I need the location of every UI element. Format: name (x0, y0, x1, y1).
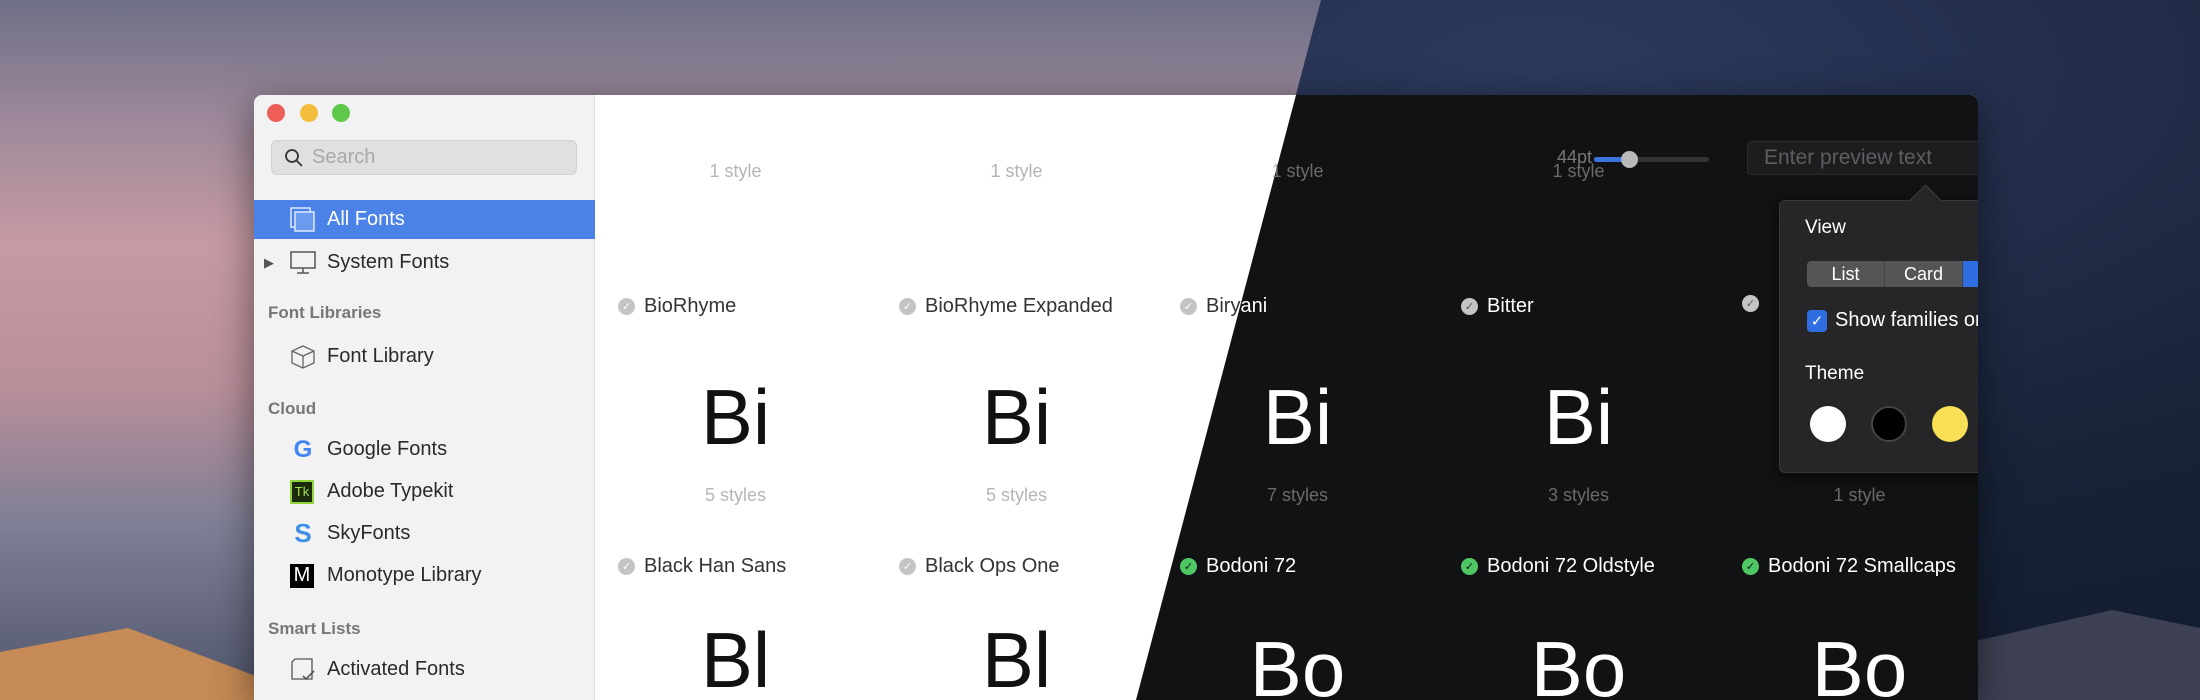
search-input[interactable]: Search (271, 140, 577, 175)
sidebar-item-label: All Fonts (327, 208, 405, 230)
font-sample: Bi (700, 373, 771, 461)
checkmark-icon: ✓ (1807, 309, 1827, 332)
minimize-button[interactable] (300, 104, 318, 122)
sidebar-item-font-library[interactable]: Font Library (254, 337, 595, 376)
check-circle-icon[interactable]: ✓ (1742, 558, 1759, 575)
font-card[interactable]: ✓ Bodoni 72 Smallcaps Bo (1719, 535, 1978, 700)
font-name: ✓ Bodoni 72 Smallcaps (1742, 555, 1978, 578)
font-name: ✓ Bodoni 72 Oldstyle (1461, 555, 1711, 578)
search-icon (285, 148, 303, 167)
zoom-button[interactable] (332, 104, 350, 122)
typekit-icon: Tk (290, 479, 314, 504)
view-segmented-control: ListCardGrid (1807, 261, 1978, 287)
style-count: 5 styles (704, 485, 767, 505)
font-name: ✓ Black Han Sans (618, 555, 868, 578)
sidebar-item-label: Google Fonts (327, 438, 448, 460)
search-placeholder: Search (312, 146, 376, 168)
view-options-popover: View ListCardGrid ✓ Show families only Th… (1779, 200, 1978, 473)
sidebar-item-label: SkyFonts (327, 522, 411, 544)
font-name: ✓ BioRhyme Expanded (899, 295, 1149, 318)
font-name-label: BioRhyme (644, 295, 737, 317)
sidebar-item-label: System Fonts (327, 251, 450, 273)
activated-list-icon (290, 657, 316, 683)
monotype-icon: M (290, 563, 314, 588)
sidebar-item-adobe-typekit[interactable]: Tk Adobe Typekit (254, 472, 595, 511)
show-families-checkbox[interactable]: ✓ Show families only (1807, 309, 1978, 332)
style-count: 5 styles (985, 485, 1048, 505)
sidebar-item-activated-fonts[interactable]: Activated Fonts (254, 650, 595, 689)
sidebar-item-label: Font Library (327, 345, 434, 367)
font-sample: Bo (1249, 625, 1346, 700)
font-name: ✓ Bitter (1461, 295, 1711, 318)
sidebar-item-system-fonts[interactable]: ▶ System Fonts (254, 243, 595, 282)
check-circle-icon[interactable]: ✓ (899, 558, 916, 575)
font-name-label: Bodoni 72 (1206, 555, 1297, 577)
sidebar-item-label: Adobe Typekit (327, 480, 454, 502)
font-sample: Bo (1530, 625, 1627, 700)
check-circle-icon[interactable]: ✓ (1461, 558, 1478, 575)
sidebar-item-google-fonts[interactable]: G Google Fonts (254, 430, 595, 469)
monitor-icon (290, 250, 316, 276)
theme-swatch[interactable] (1932, 406, 1968, 442)
check-circle-icon[interactable]: ✓ (618, 558, 635, 575)
font-sample: Bl (981, 616, 1052, 700)
sidebar-item-label: Activated Fonts (327, 658, 465, 680)
check-circle-icon[interactable]: ✓ (1742, 295, 1759, 312)
font-sample: Bi (981, 373, 1052, 461)
google-icon: G (293, 435, 313, 463)
font-card[interactable]: ✓ BioRhyme Expanded Bi 5 styles (876, 95, 1157, 525)
theme-swatch[interactable] (1871, 406, 1907, 442)
all-fonts-icon (290, 206, 316, 233)
check-circle-icon[interactable]: ✓ (899, 298, 916, 315)
font-grid: 1 style1 style1 style1 style ✓BioRhyme B… (595, 95, 1978, 700)
sidebar-item-skyfonts[interactable]: S SkyFonts (254, 514, 595, 553)
section-header: Cloud (268, 399, 317, 418)
view-option-grid[interactable]: Grid (1963, 261, 1978, 287)
section-header: Font Libraries (268, 303, 382, 322)
font-card[interactable]: ✓ Black Ops One Bl (876, 535, 1157, 700)
style-count: 7 styles (1266, 485, 1329, 505)
check-circle-icon[interactable]: ✓ (1180, 558, 1197, 575)
check-circle-icon[interactable]: ✓ (1180, 298, 1197, 315)
font-name: ✓ BioRhyme (618, 295, 868, 318)
font-card[interactable]: ✓ BioRhyme Bi 5 styles (595, 95, 876, 525)
checkbox-label: Show families only (1835, 309, 1978, 331)
font-sample: Bo (1811, 625, 1908, 700)
style-count: 3 styles (1547, 485, 1610, 505)
font-name: ✓ Black Ops One (899, 555, 1149, 578)
font-name-label: Bodoni 72 Oldstyle (1487, 555, 1655, 577)
font-name-label: Bodoni 72 Smallcaps (1768, 555, 1956, 577)
font-name-label: Black Ops One (925, 555, 1060, 577)
font-sample: Bi (1543, 373, 1614, 461)
section-header: Smart Lists (268, 619, 361, 638)
cube-icon (290, 344, 316, 370)
sidebar-item-all-fonts[interactable]: All Fonts (254, 200, 595, 239)
sidebar: Search All Fonts ▶ System Fonts Font Lib… (254, 95, 595, 700)
theme-swatch[interactable] (1810, 406, 1846, 442)
font-card[interactable]: ✓ Bodoni 72 Bo (1157, 535, 1438, 700)
view-label: View (1805, 217, 1846, 238)
font-card[interactable]: ✓ Bitter Bi 3 styles (1438, 95, 1719, 525)
font-card[interactable]: ✓ Bodoni 72 Oldstyle Bo (1438, 535, 1719, 700)
font-name-label: Black Han Sans (644, 555, 787, 577)
disclosure-triangle-icon[interactable]: ▶ (264, 255, 274, 271)
sidebar-item-monotype-library[interactable]: M Monotype Library (254, 556, 595, 595)
font-name-label: BioRhyme Expanded (925, 295, 1113, 317)
check-circle-icon[interactable]: ✓ (618, 298, 635, 315)
check-circle-icon[interactable]: ✓ (1461, 298, 1478, 315)
close-button[interactable] (267, 104, 285, 122)
app-window: Search All Fonts ▶ System Fonts Font Lib… (254, 95, 1978, 700)
font-card[interactable]: ✓ Black Han Sans Bl (595, 535, 876, 700)
view-option-list[interactable]: List (1807, 261, 1885, 287)
skyfonts-icon: S (294, 518, 312, 548)
style-count: 1 style (1833, 485, 1886, 505)
font-name-label: Bitter (1487, 295, 1534, 317)
theme-label: Theme (1805, 363, 1865, 384)
font-sample: Bl (700, 616, 771, 700)
sidebar-item-label: Monotype Library (327, 564, 482, 586)
font-name: ✓ Bodoni 72 (1180, 555, 1430, 578)
view-option-card[interactable]: Card (1885, 261, 1963, 287)
